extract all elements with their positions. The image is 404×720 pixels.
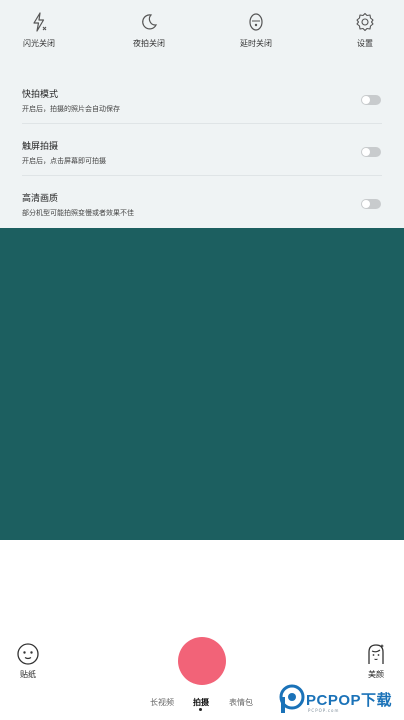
option-description: 开启后，拍摄的照片会自动保存: [22, 105, 120, 113]
night-mode-toggle[interactable]: 夜拍关闭: [114, 12, 184, 49]
mode-long-video[interactable]: 长视频: [150, 697, 174, 708]
option-description: 部分机型可能拍照变慢或者效果不佳: [22, 209, 134, 217]
option-description: 开启后，点击屏幕即可拍摄: [22, 157, 106, 165]
mode-photo[interactable]: 拍摄: [193, 697, 209, 708]
settings-button[interactable]: 设置: [330, 12, 400, 49]
timer-label: 延时关闭: [240, 39, 272, 48]
divider: [22, 175, 382, 176]
toggle-knob: [362, 96, 370, 104]
watermark-logo: PCPOP下载 PCPOP.com: [278, 684, 402, 718]
mode-emoji-pack[interactable]: 表情包: [229, 697, 253, 708]
night-mode-icon: [142, 14, 158, 30]
night-mode-label: 夜拍关闭: [133, 39, 165, 48]
settings-panel: 闪光关闭 夜拍关闭 延时关闭 设置 快拍模式 开启后，拍摄的照片会自动保存 触屏…: [0, 0, 404, 228]
settings-label: 设置: [357, 39, 373, 48]
beauty-button[interactable]: 美颜: [356, 642, 396, 680]
sticker-label: 贴纸: [20, 670, 36, 679]
beauty-label: 美颜: [368, 670, 384, 679]
camera-preview[interactable]: [0, 228, 404, 540]
quick-settings-bar: 闪光关闭 夜拍关闭 延时关闭 设置: [0, 12, 404, 62]
watermark-subtext: PCPOP.com: [308, 708, 340, 713]
divider: [22, 123, 382, 124]
shutter-button[interactable]: [178, 637, 226, 685]
toggle-knob: [362, 148, 370, 156]
hd-quality-toggle[interactable]: [361, 199, 381, 209]
flash-off-icon: [33, 12, 47, 32]
timer-toggle[interactable]: 延时关闭: [221, 12, 291, 49]
flash-toggle[interactable]: 闪光关闭: [4, 12, 74, 49]
quick-shot-toggle[interactable]: [361, 95, 381, 105]
watermark-p-icon: [279, 684, 305, 713]
camera-screen: 闪光关闭 夜拍关闭 延时关闭 设置 快拍模式 开启后，拍摄的照片会自动保存 触屏…: [0, 0, 404, 720]
sticker-face-icon: [17, 643, 39, 665]
watermark-text: PCPOP下载: [306, 692, 393, 709]
touch-shot-toggle[interactable]: [361, 147, 381, 157]
active-mode-indicator: [199, 708, 202, 711]
option-title: 高清画质: [22, 194, 59, 204]
sticker-button[interactable]: 贴纸: [8, 642, 48, 680]
beauty-face-icon: [368, 644, 384, 664]
option-quick-shot: 快拍模式 开启后，拍摄的照片会自动保存: [0, 87, 404, 137]
option-title: 触屏拍摄: [22, 142, 59, 152]
option-touch-shot: 触屏拍摄 开启后，点击屏幕即可拍摄: [0, 139, 404, 189]
timer-icon: [249, 13, 263, 31]
flash-label: 闪光关闭: [23, 39, 55, 48]
toggle-knob: [362, 200, 370, 208]
option-title: 快拍模式: [22, 90, 59, 100]
gear-icon: [356, 12, 374, 32]
